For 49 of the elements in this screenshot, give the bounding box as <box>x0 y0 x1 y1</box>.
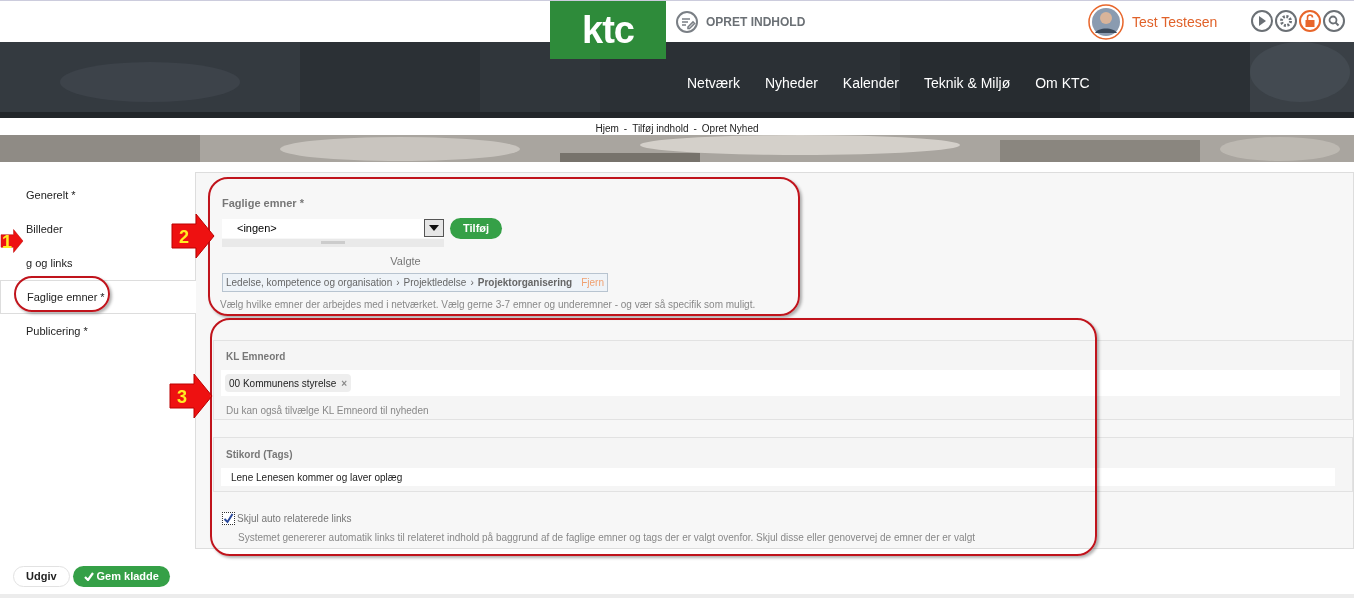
path-separator: › <box>396 276 400 290</box>
user-name[interactable]: Test Testesen <box>1132 11 1218 33</box>
help-text: Vælg hvilke emner der arbejdes med i netværket. Vælg gerne 3-7 emner og underemner - og vær så specifik som muligt. <box>220 298 757 312</box>
step-number: 2 <box>179 226 189 249</box>
dropdown-icon[interactable] <box>424 219 444 237</box>
help-text: Du kan også tilvælge KL Emneord til nyheden <box>226 404 430 418</box>
breadcrumb-separator: - <box>623 121 628 136</box>
edit-icon[interactable] <box>676 11 698 33</box>
field-label: Stikord (Tags) <box>226 448 294 462</box>
keyword-field[interactable]: 00 Kommunens styrelse × <box>221 370 1340 396</box>
step-number: 1 <box>2 231 12 254</box>
topic-path-item: Ledelse, kompetence og organisation <box>226 276 393 290</box>
step-number: 3 <box>177 386 187 409</box>
check-icon <box>223 513 234 524</box>
topic-path-item: Projektorganisering <box>477 276 573 290</box>
topic-path-item: Projektledelse <box>403 276 467 290</box>
field-label: KL Emneord <box>226 350 287 364</box>
callout-arrow <box>170 212 216 260</box>
logo[interactable]: ktc <box>550 1 666 59</box>
lock-icon[interactable] <box>1299 10 1321 32</box>
chosen-label: Valgte <box>389 253 422 269</box>
breadcrumb-link[interactable]: Tilføj indhold <box>632 120 689 136</box>
sidebar-item[interactable]: Generelt * <box>26 186 76 204</box>
search-icon[interactable] <box>1323 10 1345 32</box>
nav-link[interactable]: Om KTC <box>1035 73 1090 94</box>
input-field[interactable]: Lene Lenesen kommer og laver oplæg <box>221 468 1335 486</box>
breadcrumb-link[interactable]: Opret Nyhed <box>701 120 759 136</box>
nav-link[interactable]: Nyheder <box>764 73 818 94</box>
description-text: Systemet genererer automatik links til relateret indhold på baggrund af de faglige emner og tags der er valgt ovenfor. Skjul disse eller genovervej de emner der er valgt <box>238 531 977 545</box>
callout-arrow <box>0 228 24 254</box>
topic-select[interactable]: <ingen> <box>222 218 444 238</box>
publish-button[interactable]: Udgiv <box>13 566 70 587</box>
breadcrumb-separator: - <box>693 121 697 136</box>
callout-arrow <box>168 372 214 420</box>
path-separator: › <box>470 276 474 290</box>
nav-link[interactable]: Teknik & Miljø <box>923 73 1011 94</box>
sidebar-item[interactable]: Publicering * <box>26 322 88 340</box>
tag-label: 00 Kommunens styrelse <box>229 376 337 391</box>
check-icon <box>83 572 94 581</box>
checkbox-label: Skjul auto relaterede links <box>237 512 352 526</box>
create-content-link[interactable]: OPRET INDHOLD <box>706 13 806 31</box>
checkbox[interactable] <box>222 512 235 525</box>
sidebar-item[interactable]: g og links <box>26 254 73 272</box>
breadcrumb-link[interactable]: Hjem <box>595 120 619 136</box>
sidebar-item[interactable]: Billeder <box>26 220 63 238</box>
field-label: Faglige emner * <box>222 196 305 211</box>
nav-link[interactable]: Netværk <box>687 73 740 94</box>
resize-handle[interactable] <box>222 238 444 247</box>
nav-link[interactable]: Kalender <box>842 73 899 94</box>
